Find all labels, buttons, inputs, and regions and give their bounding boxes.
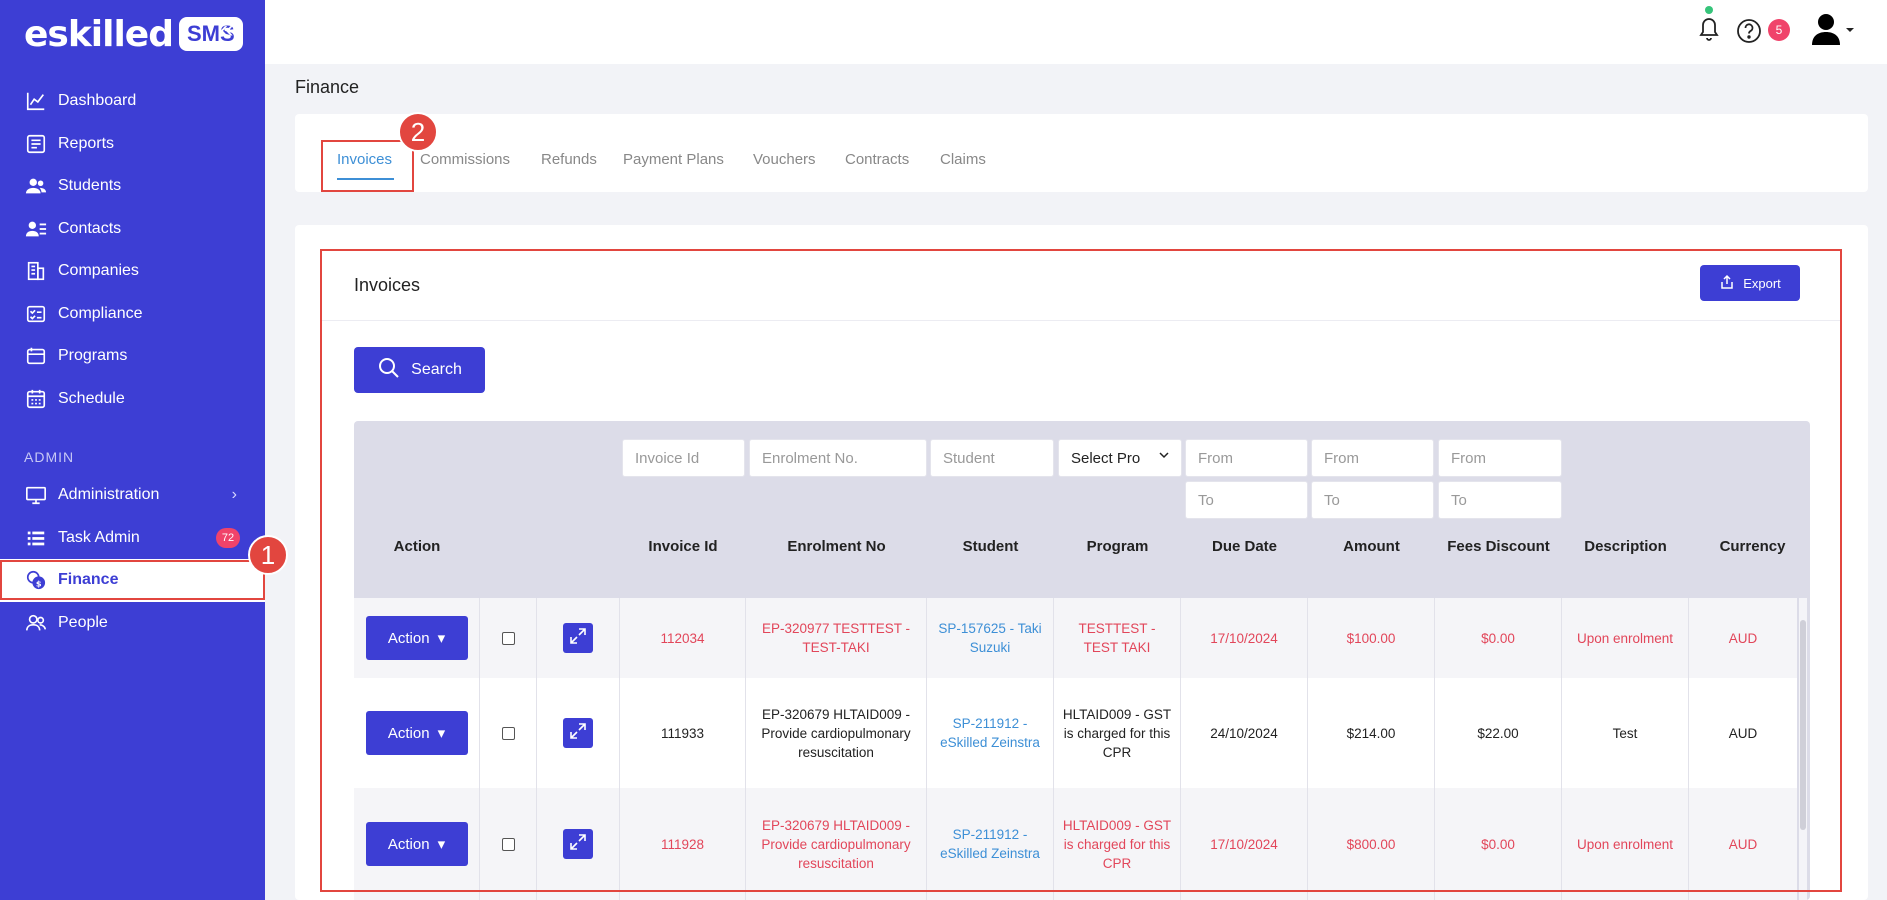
admin-nav: Administration › Task Admin 72 $ Finance…: [0, 474, 265, 644]
invoices-highlight-box: [320, 249, 1842, 892]
step-marker-2: 2: [398, 112, 438, 152]
task-list-icon: [24, 526, 48, 550]
sidebar-item-people[interactable]: People: [0, 602, 265, 645]
sidebar-item-label: Companies: [58, 262, 139, 280]
tab-claims[interactable]: Claims: [940, 151, 986, 168]
main-nav: Dashboard Reports Students Contacts Comp…: [0, 80, 265, 420]
step-marker-1: 1: [248, 535, 288, 575]
user-avatar-icon[interactable]: [1810, 12, 1854, 51]
sidebar-item-label: Programs: [58, 347, 128, 365]
programs-icon: [24, 344, 48, 368]
monitor-icon: [24, 483, 48, 507]
students-icon: [24, 174, 48, 198]
finance-highlight-box: [0, 560, 265, 600]
double-chevron-left-icon[interactable]: «: [220, 16, 233, 44]
sidebar-item-administration[interactable]: Administration ›: [0, 474, 265, 517]
task-count-badge: 72: [216, 527, 240, 548]
sidebar-item-compliance[interactable]: Compliance: [0, 293, 265, 336]
invoices-tab-highlight-box: [321, 140, 414, 192]
help-icon[interactable]: [1736, 18, 1762, 49]
sidebar-item-schedule[interactable]: Schedule: [0, 378, 265, 421]
page-title: Finance: [295, 77, 360, 97]
sidebar-item-label: Schedule: [58, 389, 125, 407]
tab-payment-plans[interactable]: Payment Plans: [623, 151, 724, 168]
sidebar-item-contacts[interactable]: Contacts: [0, 208, 265, 251]
sidebar-item-label: People: [58, 613, 108, 631]
tab-vouchers[interactable]: Vouchers: [753, 151, 816, 168]
checklist-icon: [24, 302, 48, 326]
sidebar-item-label: Contacts: [58, 219, 122, 237]
online-status-dot: [1705, 6, 1713, 14]
help-notification-badge: 5: [1768, 19, 1790, 41]
sidebar: eskilled SMS « Dashboard Reports Student…: [0, 0, 265, 900]
sidebar-item-label: Task Admin: [58, 528, 140, 546]
calendar-icon: [24, 387, 48, 411]
contacts-icon: [24, 217, 48, 241]
top-bar: [265, 0, 1887, 64]
tab-commissions[interactable]: Commissions: [420, 151, 510, 168]
bell-icon[interactable]: [1697, 14, 1721, 47]
tab-contracts[interactable]: Contracts: [845, 151, 909, 168]
sidebar-item-task-admin[interactable]: Task Admin 72: [0, 517, 265, 560]
sidebar-item-label: Reports: [58, 134, 115, 152]
sidebar-item-reports[interactable]: Reports: [0, 123, 265, 166]
chevron-right-icon: ›: [231, 486, 237, 504]
chart-line-icon: [24, 89, 48, 113]
sidebar-item-dashboard[interactable]: Dashboard: [0, 80, 265, 123]
sidebar-item-label: Administration: [58, 486, 160, 504]
logo-text: eskilled: [24, 13, 174, 55]
sidebar-item-programs[interactable]: Programs: [0, 335, 265, 378]
sidebar-item-label: Students: [58, 177, 122, 195]
sidebar-item-students[interactable]: Students: [0, 165, 265, 208]
sidebar-item-label: Dashboard: [58, 92, 137, 110]
tab-refunds[interactable]: Refunds: [541, 151, 597, 168]
report-icon: [24, 132, 48, 156]
admin-section-label: ADMIN: [24, 449, 75, 465]
people-icon: [24, 611, 48, 635]
brand-logo[interactable]: eskilled SMS: [24, 13, 243, 55]
finance-tabs-card: [295, 114, 1868, 192]
sidebar-item-label: Compliance: [58, 304, 143, 322]
sidebar-item-companies[interactable]: Companies: [0, 250, 265, 293]
building-icon: [24, 259, 48, 283]
